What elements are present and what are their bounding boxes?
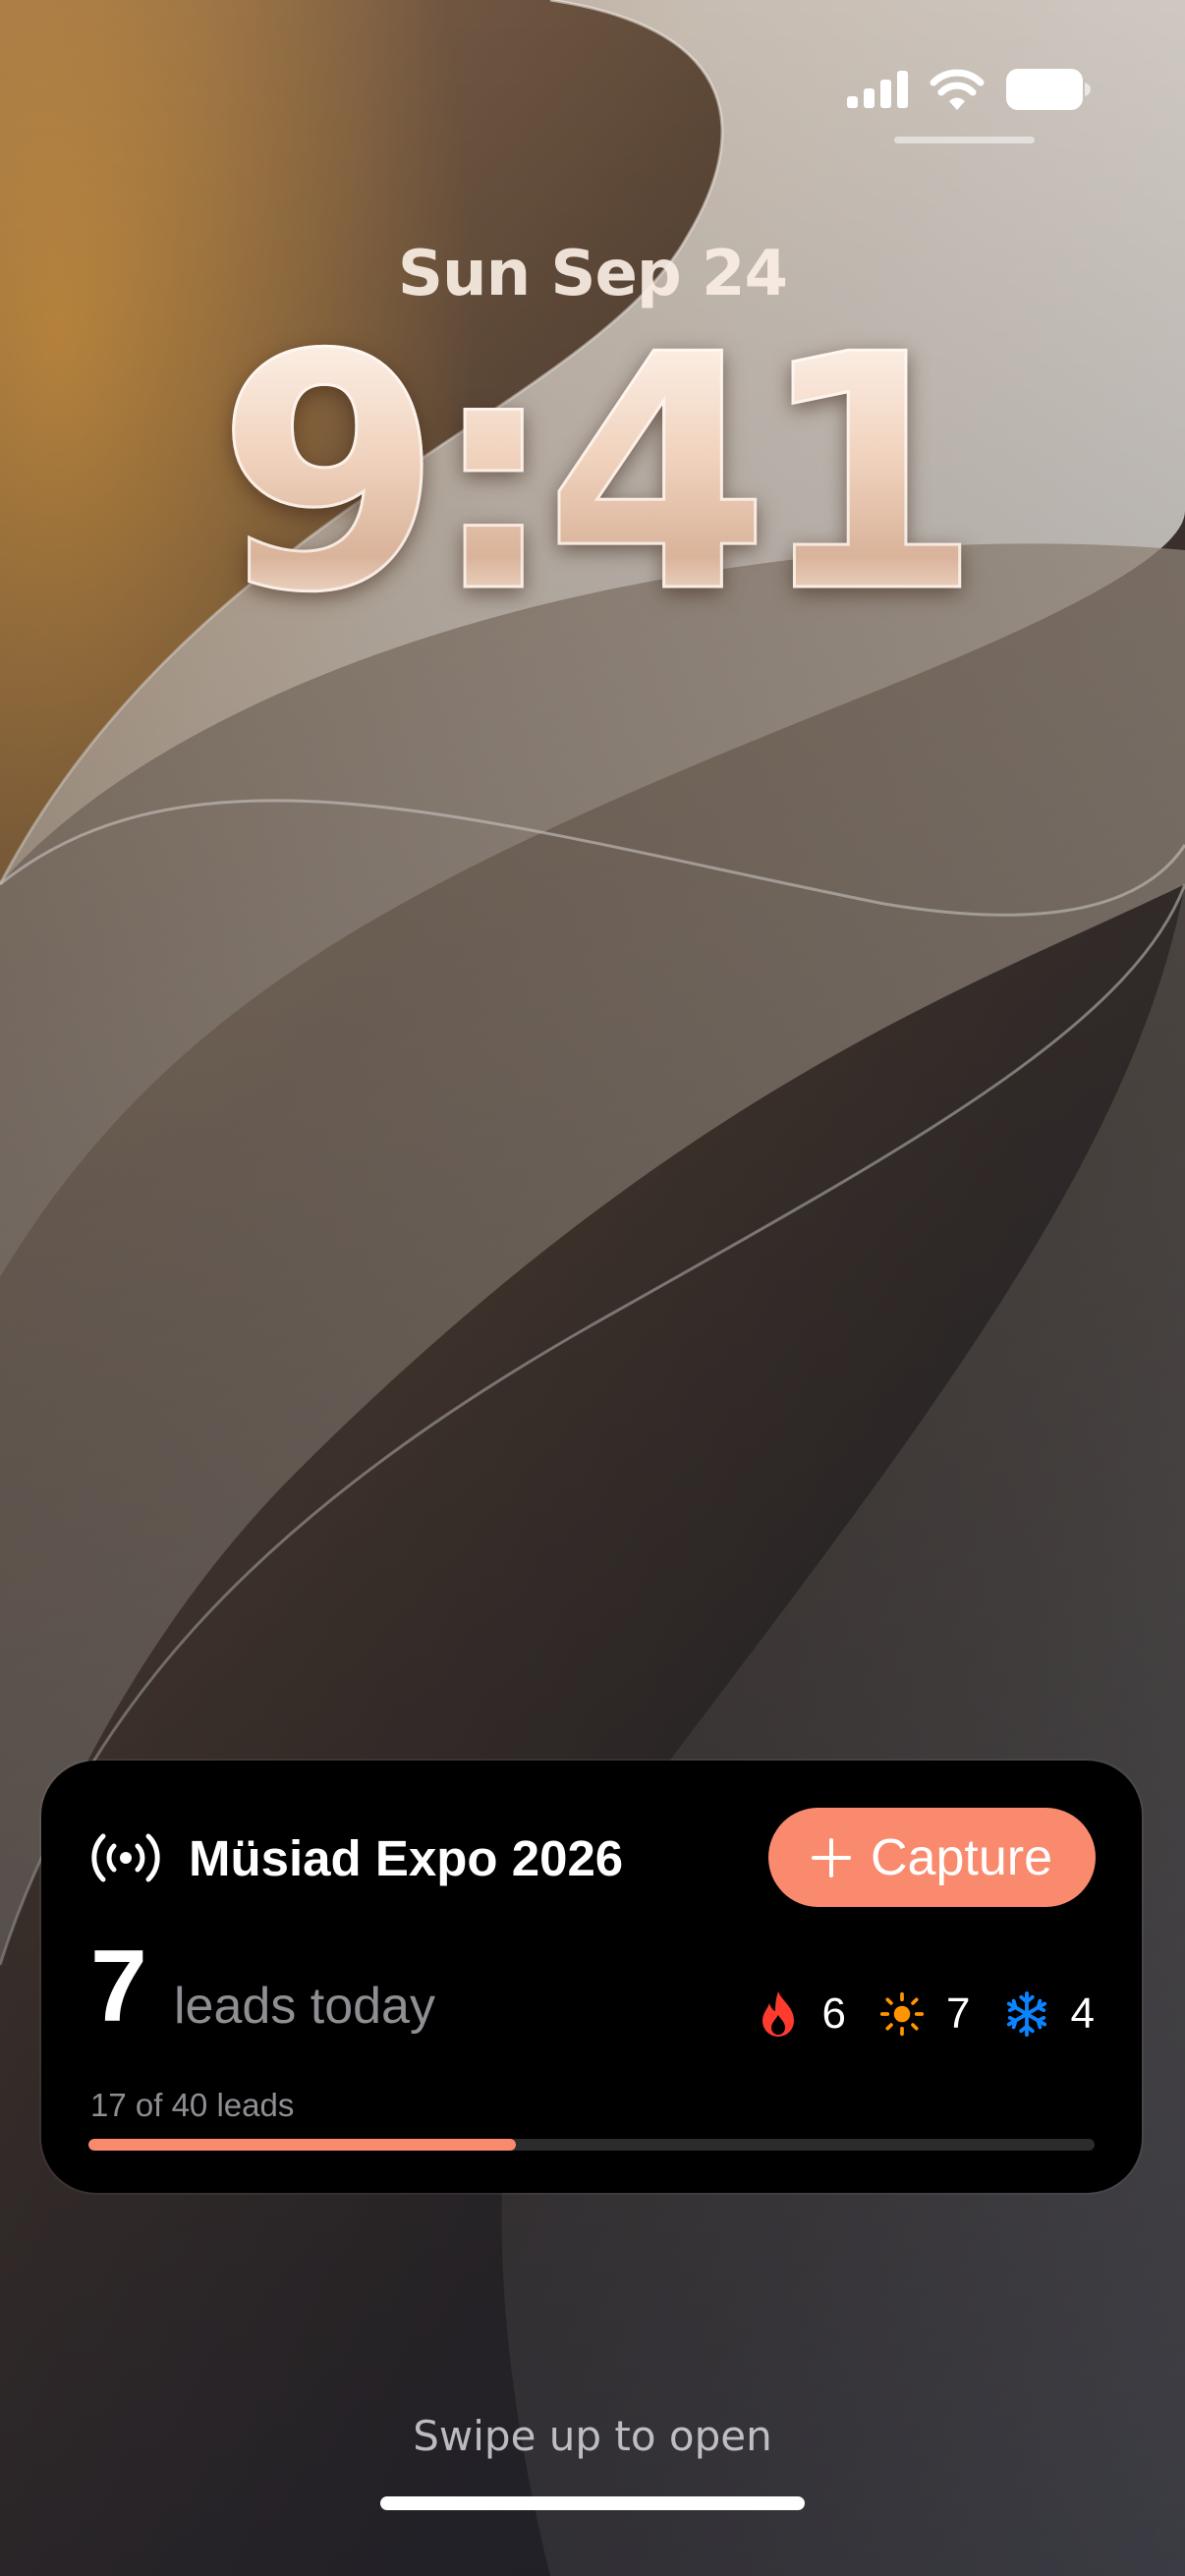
snowflake-icon [1004,1988,1049,2040]
capture-button[interactable]: Capture [768,1808,1096,1907]
cold-leads-count: 4 [1070,1989,1095,2038]
home-indicator[interactable] [380,2496,805,2510]
live-activity-widget[interactable]: Müsiad Expo 2026 Capture 7 leads today 6 [41,1761,1142,2193]
lead-temperature-summary: 6 7 4 [756,1985,1095,2044]
lock-screen-clock: 9:41 [0,311,1185,639]
plus-icon [812,1837,851,1877]
event-name: Müsiad Expo 2026 [189,1830,624,1886]
sun-icon [879,1988,925,2040]
warm-leads-count: 7 [946,1989,971,2038]
wifi-icon [930,69,985,110]
progress-bar-fill [88,2139,517,2151]
flame-icon [756,1988,801,2040]
broadcast-icon [91,1833,160,1882]
battery-icon [1006,69,1091,110]
hot-leads-count: 6 [821,1989,847,2038]
capture-button-label: Capture [871,1828,1052,1886]
leads-today-count: 7 [90,1930,147,2044]
status-bar [847,69,1091,110]
status-indicator-line [894,137,1035,143]
progress-bar [88,2139,1095,2151]
progress-label: 17 of 40 leads [90,2087,295,2123]
swipe-up-hint: Swipe up to open [413,2412,772,2460]
cellular-signal-icon [847,71,908,108]
leads-today-label: leads today [174,1978,435,2035]
